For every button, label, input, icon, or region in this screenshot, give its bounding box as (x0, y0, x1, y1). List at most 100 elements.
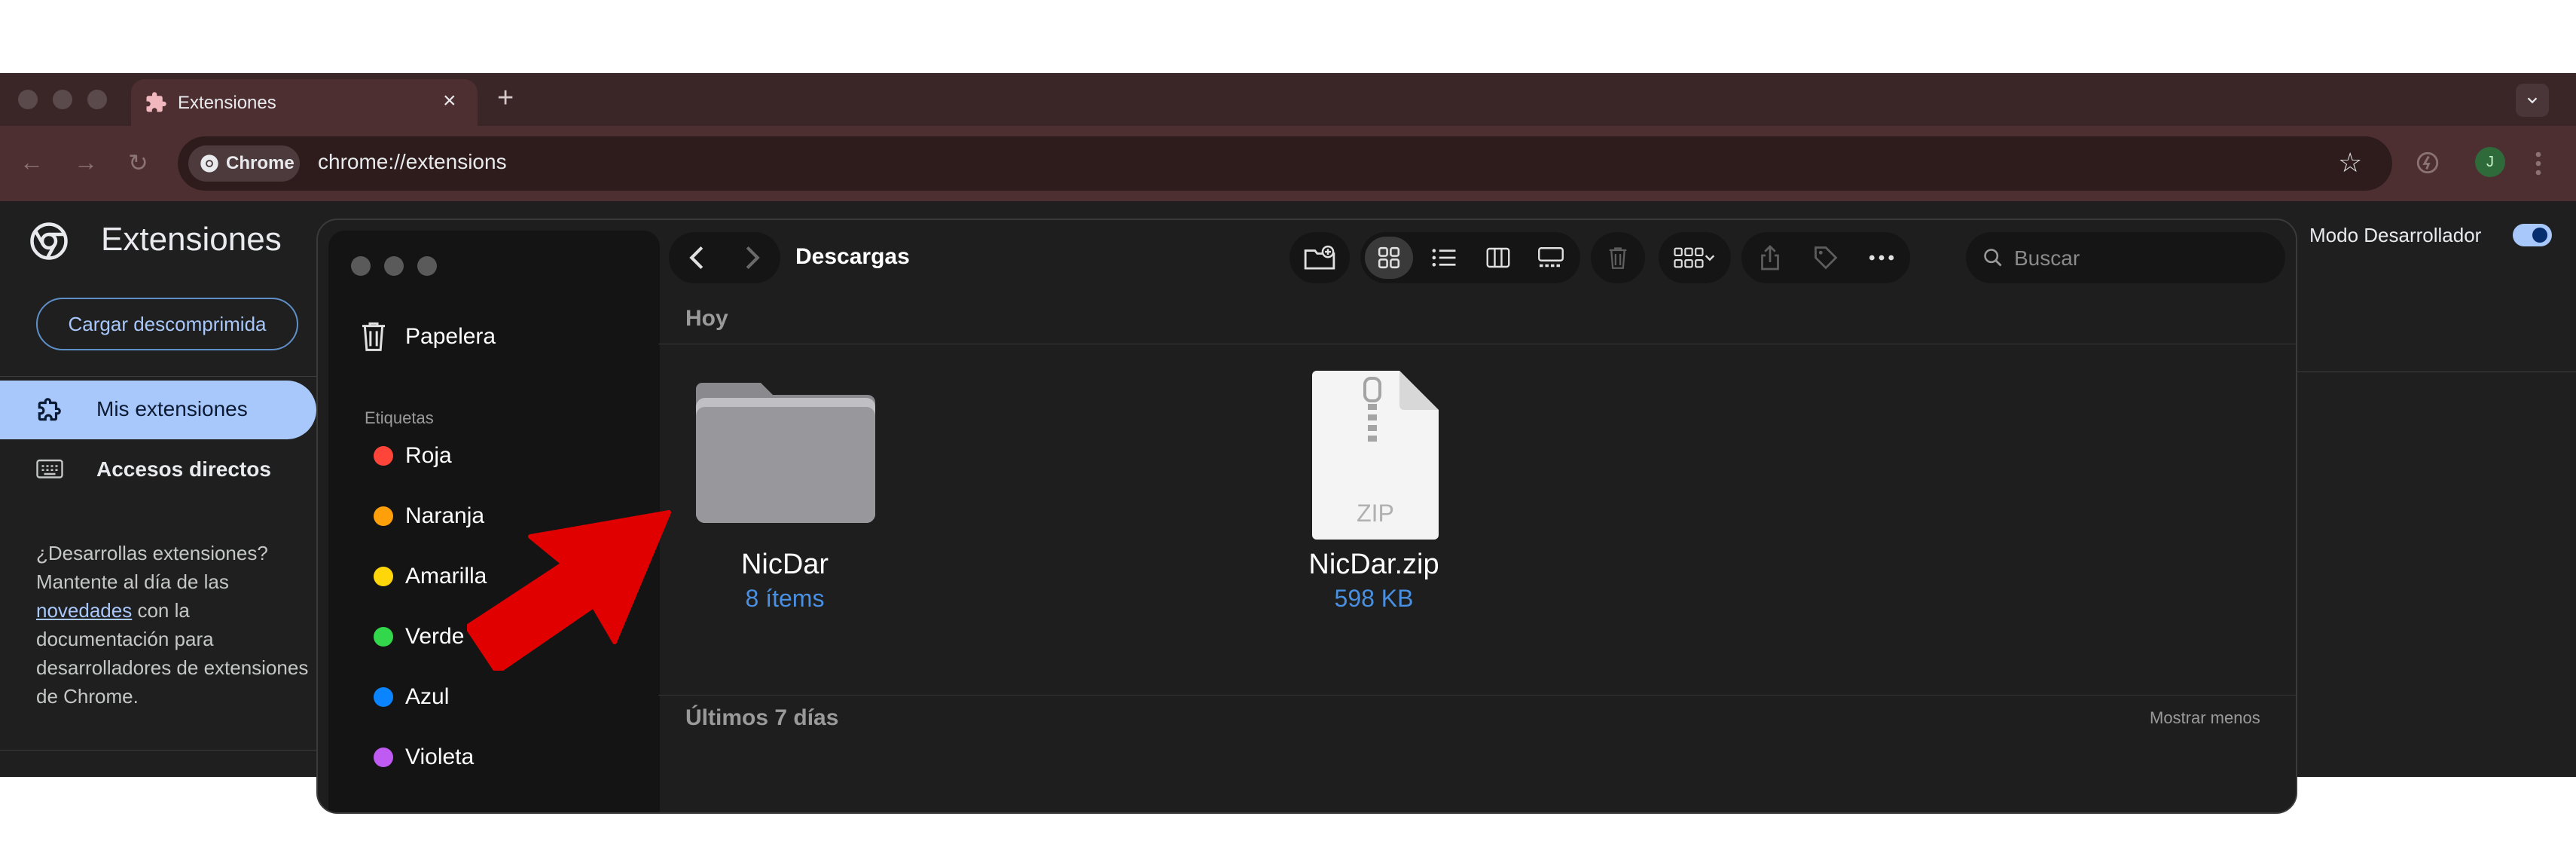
back-forward-group (669, 232, 780, 283)
sidebar-divider (0, 376, 316, 377)
address-bar[interactable]: Chrome chrome://extensions ☆ (178, 136, 2392, 191)
gallery-view-button[interactable] (1525, 232, 1577, 283)
profile-avatar[interactable]: J (2475, 147, 2505, 177)
list-icon (1432, 249, 1456, 267)
group-by-group (1659, 232, 1731, 283)
new-folder-group (1290, 232, 1350, 283)
load-unpacked-button[interactable]: Cargar descomprimida (36, 298, 298, 350)
search-input[interactable] (2013, 243, 2272, 274)
group-grid-icon (1674, 247, 1704, 268)
tag-label: Verde (405, 624, 465, 649)
file-item-zip[interactable]: ZIP NicDar.zip 598 KB (1253, 371, 1494, 650)
delete-group (1591, 232, 1645, 283)
tag-item-blue[interactable]: Azul (359, 678, 645, 716)
tab-strip: Extensiones × + (0, 73, 2576, 126)
purple-tag-dot (374, 748, 393, 767)
close-window-button[interactable] (18, 90, 38, 109)
orange-tag-dot (374, 506, 393, 526)
tab-title: Extensiones (178, 93, 276, 113)
tag-item-red[interactable]: Roja (359, 437, 645, 475)
finder-close-button[interactable] (351, 256, 371, 276)
url-text[interactable]: chrome://extensions (318, 150, 507, 174)
bookmark-star-icon[interactable]: ☆ (2338, 147, 2362, 179)
folder-icon (696, 383, 875, 523)
site-info-chip[interactable]: Chrome (188, 145, 300, 182)
chrome-logo-icon (30, 222, 68, 260)
puzzle-icon (38, 398, 61, 421)
column-view-button[interactable] (1472, 232, 1525, 283)
header-divider (2296, 371, 2576, 372)
share-button[interactable] (1741, 232, 1799, 283)
reload-icon[interactable]: ↻ (128, 148, 148, 177)
tag-button[interactable] (1797, 232, 1854, 283)
news-link[interactable]: novedades (36, 599, 132, 622)
blue-tag-dot (374, 687, 393, 707)
zip-file-icon: ZIP (1312, 371, 1439, 540)
chevron-down-icon (2527, 97, 2538, 104)
green-tag-dot (374, 627, 393, 647)
browser-toolbar: ← → ↻ Chrome chrome://extensions ☆ J (0, 126, 2576, 201)
move-to-trash-button[interactable] (1591, 232, 1645, 283)
file-name: NicDar.zip (1308, 549, 1439, 580)
red-arrow-annotation (467, 510, 671, 671)
section-today-label: Hoy (685, 306, 728, 331)
tab-search-button[interactable] (2516, 84, 2549, 117)
sidebar-item-trash[interactable]: Papelera (359, 315, 645, 357)
share-icon (1761, 245, 1779, 271)
sidebar-divider (0, 750, 316, 751)
finder-minimize-button[interactable] (384, 256, 404, 276)
group-by-button[interactable] (1659, 232, 1731, 283)
minimize-window-button[interactable] (53, 90, 72, 109)
grid-icon (1378, 246, 1400, 269)
chevron-left-icon (689, 246, 704, 270)
more-actions-button[interactable] (1853, 232, 1910, 283)
new-folder-button[interactable] (1290, 232, 1350, 283)
developer-info-text: ¿Desarrollas extensiones? Mantente al dí… (36, 542, 309, 708)
toggle-knob (2532, 228, 2547, 243)
extension-action-icon[interactable] (2415, 150, 2440, 176)
site-chip-label: Chrome (226, 153, 295, 173)
more-horizontal-icon (1869, 255, 1894, 261)
chevron-right-icon (746, 246, 760, 270)
sidebar-item-label: Papelera (405, 324, 496, 349)
zip-label: ZIP (1357, 500, 1394, 527)
trash-icon (362, 322, 385, 351)
back-arrow-icon[interactable]: ← (20, 148, 44, 176)
folder-title: Descargas (795, 244, 910, 269)
gallery-icon (1538, 247, 1564, 268)
trash-icon (1609, 247, 1627, 269)
columns-icon (1486, 247, 1510, 268)
actions-group (1741, 232, 1910, 283)
tags-section-header: Etiquetas (365, 408, 434, 427)
tab-extensions[interactable]: Extensiones × (131, 79, 478, 126)
zoom-window-button[interactable] (87, 90, 107, 109)
more-vertical-icon[interactable] (2531, 150, 2546, 177)
finder-back-button[interactable] (669, 232, 725, 283)
tag-label: Roja (405, 443, 452, 468)
finder-zoom-button[interactable] (417, 256, 437, 276)
show-less-link[interactable]: Mostrar menos (2150, 708, 2260, 728)
finder-search[interactable] (1966, 232, 2285, 283)
red-tag-dot (374, 446, 393, 466)
file-meta: 598 KB (1334, 585, 1414, 612)
yellow-tag-dot (374, 567, 393, 586)
tab-close-icon[interactable]: × (443, 88, 456, 114)
keyboard-icon (36, 459, 63, 479)
developer-mode-label: Modo Desarrollador (2309, 224, 2482, 246)
new-tab-button[interactable]: + (497, 82, 514, 115)
sidebar-item-my-extensions[interactable]: Mis extensiones (0, 381, 316, 439)
file-item-folder[interactable]: NicDar 8 ítems (672, 371, 898, 650)
list-view-button[interactable] (1418, 232, 1470, 283)
new-folder-icon (1304, 245, 1335, 270)
icon-view-button[interactable] (1365, 237, 1413, 279)
developer-mode-toggle[interactable] (2513, 224, 2552, 246)
section-week-label: Últimos 7 días (685, 705, 839, 730)
sidebar-item-shortcuts[interactable]: Accesos directos (0, 441, 316, 500)
tag-item-purple[interactable]: Violeta (359, 738, 645, 776)
page-title: Extensiones (101, 221, 282, 258)
view-mode-group (1360, 232, 1580, 283)
finder-forward-button[interactable] (725, 232, 780, 283)
section-divider (658, 695, 2296, 696)
file-meta: 8 ítems (745, 585, 825, 612)
forward-arrow-icon[interactable]: → (74, 148, 98, 176)
